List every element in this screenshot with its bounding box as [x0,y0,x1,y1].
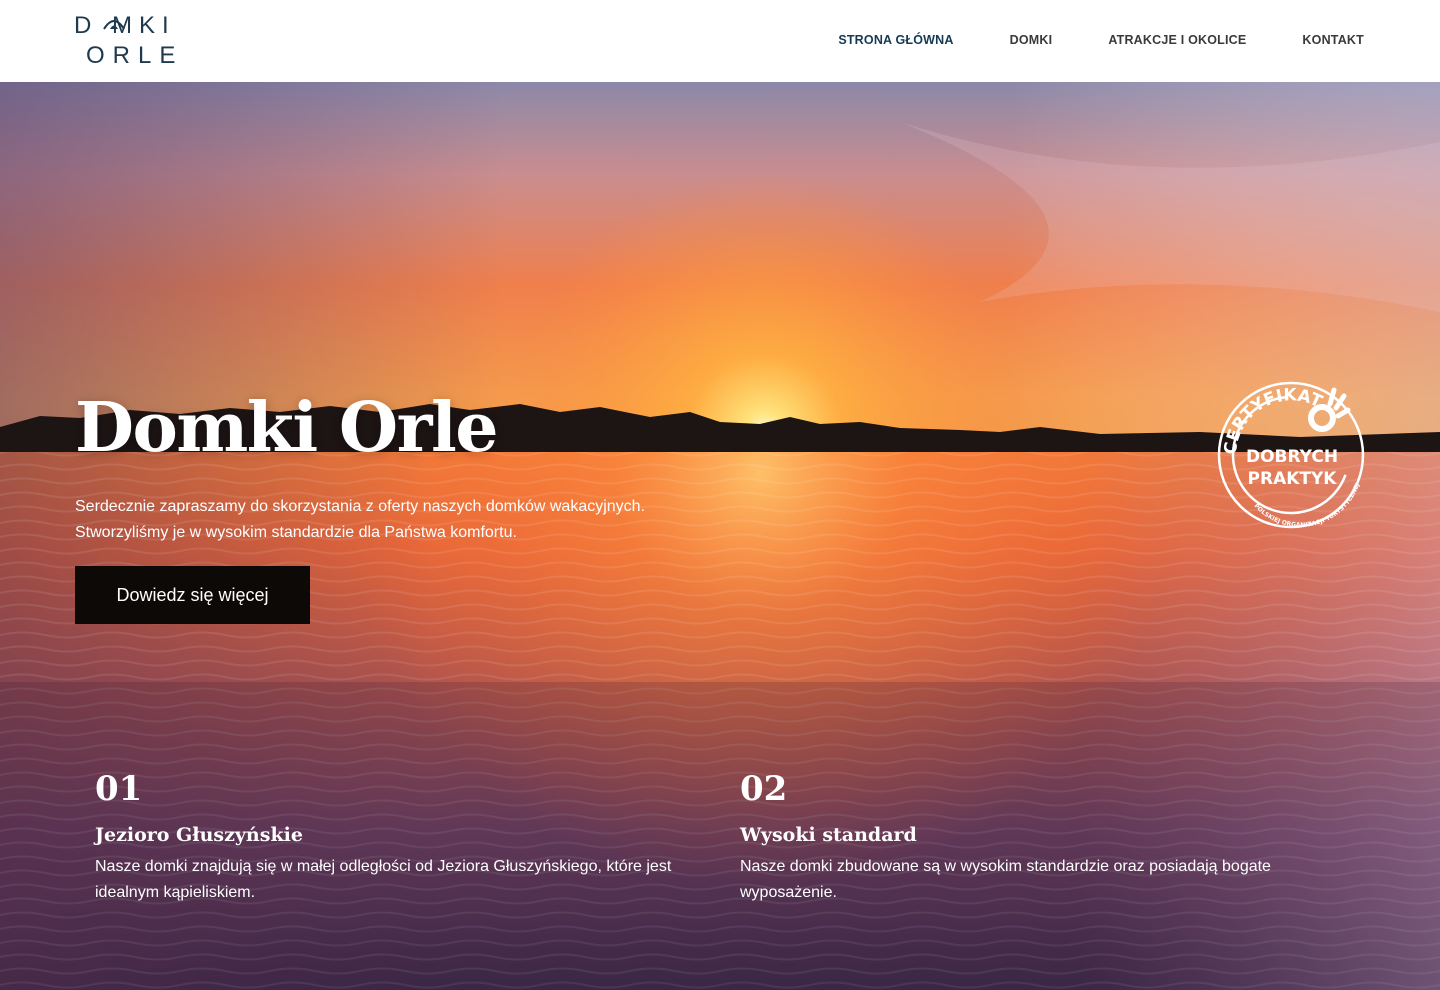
logo-arc-icon [103,20,125,30]
logo[interactable]: D MKI ORLE [74,12,192,70]
main-nav: STRONA GŁÓWNA DOMKI ATRAKCJE I OKOLICE K… [838,33,1364,47]
hero-description: Serdecznie zapraszamy do skorzystania z … [75,498,646,541]
badge-line-2: PRAKTYK [1248,469,1338,489]
badge-bottom-text: POLSKIEJ ORGANIZACJI TURYSTYCZNEJ [1252,482,1361,528]
learn-more-button[interactable]: Dowiedz się więcej [75,566,310,624]
feature-title: Jezioro Głuszyńskie [95,824,303,846]
feature-title: Wysoki standard [740,824,917,846]
hero-title: Domki Orle [75,388,499,468]
feature-number: 02 [740,769,788,809]
feature-text: Nasze domki zbudowane są w wysokim stand… [740,858,1271,901]
feature-card-lake: 01 Jezioro Głuszyńskie Nasze domki znajd… [95,772,695,906]
nav-item-domki[interactable]: DOMKI [1010,33,1053,47]
feature-card-standard: 02 Wysoki standard Nasze domki zbudowane… [740,772,1340,906]
nav-item-home[interactable]: STRONA GŁÓWNA [838,33,953,47]
logo-line-2: ORLE [86,42,184,69]
site-header: D MKI ORLE STRONA GŁÓWNA DOMKI ATRAKCJE … [0,0,1440,82]
hero-section: Domki Orle Serdecznie zapraszamy do skor… [0,82,1440,990]
certificate-badge[interactable]: CERTYFIKAT DOBRYCH PRAKTYK POLSKIEJ ORGA… [1214,378,1368,532]
badge-line-1: DOBRYCH [1246,447,1338,467]
feature-number: 01 [95,769,143,809]
svg-text:POLSKIEJ ORGANIZACJI TURYSTYCZ: POLSKIEJ ORGANIZACJI TURYSTYCZNEJ [1252,482,1361,528]
feature-text: Nasze domki znajdują się w małej odległo… [95,858,672,901]
nav-item-contact[interactable]: KONTAKT [1302,33,1364,47]
nav-item-attractions[interactable]: ATRAKCJE I OKOLICE [1108,33,1246,47]
